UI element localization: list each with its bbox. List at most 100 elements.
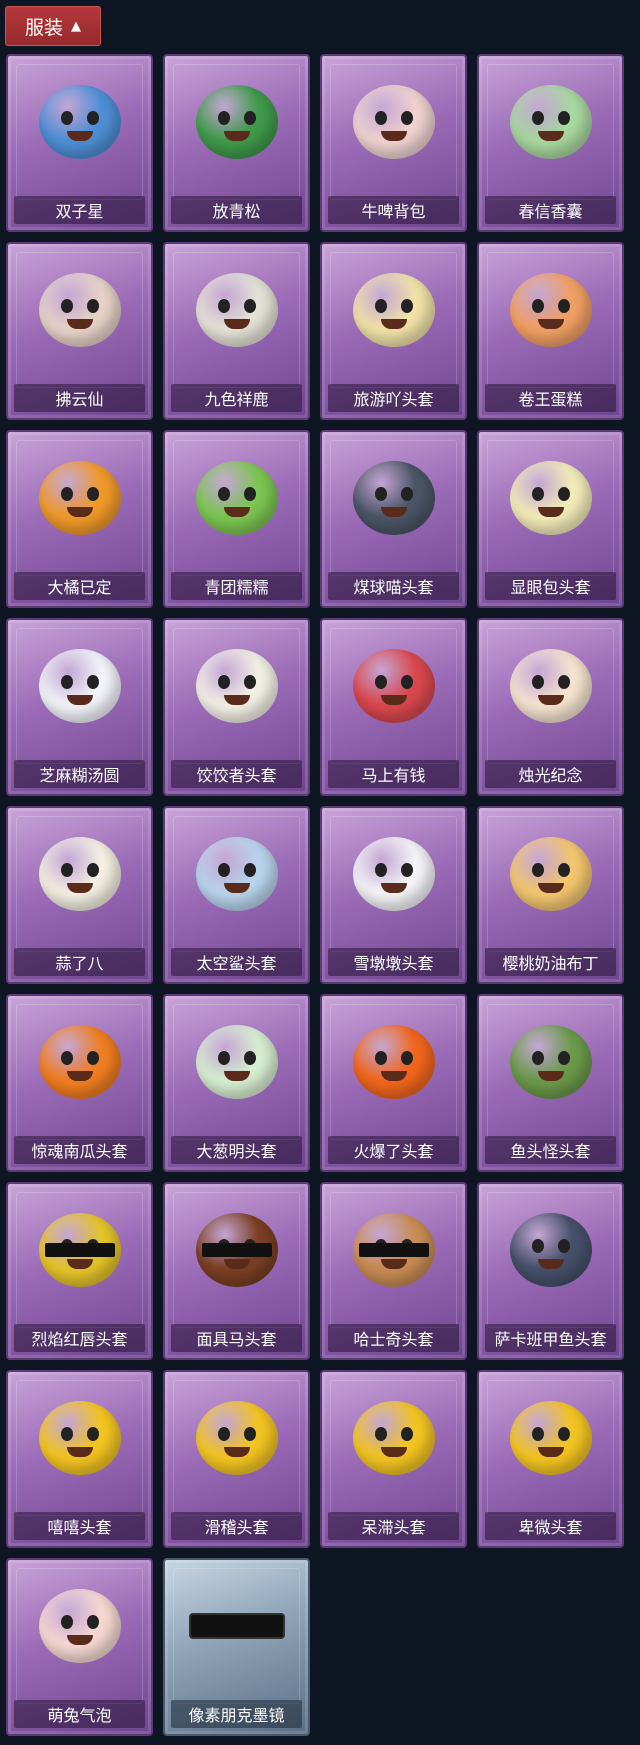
- outfit-item-card[interactable]: 哈士奇头套: [320, 1182, 467, 1360]
- item-label: 显眼包头套: [485, 572, 616, 600]
- fish-head-icon: [503, 1014, 599, 1110]
- sachet-icon: [503, 74, 599, 170]
- smirk-emoji-icon: [189, 1390, 285, 1486]
- pine-tree-icon: [189, 74, 285, 170]
- deer-charm-icon: [189, 262, 285, 358]
- fish-head-blue-icon: [503, 1202, 599, 1298]
- grin-emoji-icon: [32, 1390, 128, 1486]
- item-label: 火爆了头套: [328, 1136, 459, 1164]
- stare-emoji-icon: [346, 1390, 442, 1486]
- husky-head-icon: [346, 1202, 442, 1298]
- rice-ball-icon: [32, 638, 128, 734]
- outfit-item-card[interactable]: 雪墩墩头套: [320, 806, 467, 984]
- outfit-item-card[interactable]: 烛光纪念: [477, 618, 624, 796]
- outfit-item-card[interactable]: 萌兔气泡: [6, 1558, 153, 1736]
- candle-icon: [503, 638, 599, 734]
- orange-slice-icon: [32, 450, 128, 546]
- yellow-mouse-head-icon: [32, 1202, 128, 1298]
- green-dumpling-icon: [189, 450, 285, 546]
- fairy-charm-icon: [32, 262, 128, 358]
- item-label: 春信香囊: [485, 196, 616, 224]
- item-label: 芝麻糊汤圆: [14, 760, 145, 788]
- item-label: 樱桃奶油布丁: [485, 948, 616, 976]
- outfit-item-card[interactable]: 饺饺者头套: [163, 618, 310, 796]
- dumpling-head-icon: [189, 638, 285, 734]
- snowman-head-icon: [346, 826, 442, 922]
- outfit-item-card[interactable]: 煤球喵头套: [320, 430, 467, 608]
- outfit-section-toggle[interactable]: 服装 ▲: [5, 6, 101, 46]
- item-label: 烈焰红唇头套: [14, 1324, 145, 1352]
- outfit-item-card[interactable]: 太空鲨头套: [163, 806, 310, 984]
- pumpkin-head-icon: [32, 1014, 128, 1110]
- outfit-item-card[interactable]: 嘻嘻头套: [6, 1370, 153, 1548]
- item-label: 大葱明头套: [171, 1136, 302, 1164]
- outfit-item-card[interactable]: 呆滞头套: [320, 1370, 467, 1548]
- chevron-up-icon: ▲: [71, 18, 81, 34]
- outfit-item-card[interactable]: 樱桃奶油布丁: [477, 806, 624, 984]
- item-label: 呆滞头套: [328, 1512, 459, 1540]
- shark-head-icon: [189, 826, 285, 922]
- section-title: 服装: [24, 16, 63, 39]
- item-label: 烛光纪念: [485, 760, 616, 788]
- outfit-item-card[interactable]: 卑微头套: [477, 1370, 624, 1548]
- outfit-item-card[interactable]: 显眼包头套: [477, 430, 624, 608]
- outfit-item-card[interactable]: 鱼头怪头套: [477, 994, 624, 1172]
- outfit-item-card[interactable]: 萨卡班甲鱼头套: [477, 1182, 624, 1360]
- planet-icon: [32, 74, 128, 170]
- outfit-item-card[interactable]: 火爆了头套: [320, 994, 467, 1172]
- outfit-item-card[interactable]: 大葱明头套: [163, 994, 310, 1172]
- outfit-item-card[interactable]: 芝麻糊汤圆: [6, 618, 153, 796]
- item-label: 面具马头套: [171, 1324, 302, 1352]
- outfit-item-card[interactable]: 春信香囊: [477, 54, 624, 232]
- outfit-item-card[interactable]: 双子星: [6, 54, 153, 232]
- item-label: 大橘已定: [14, 572, 145, 600]
- item-label: 鱼头怪头套: [485, 1136, 616, 1164]
- item-label: 卑微头套: [485, 1512, 616, 1540]
- outfit-item-card[interactable]: 大橘已定: [6, 430, 153, 608]
- item-label: 饺饺者头套: [171, 760, 302, 788]
- outfit-item-card[interactable]: 像素朋克墨镜: [163, 1558, 310, 1736]
- duck-hat-icon: [346, 262, 442, 358]
- item-label: 萨卡班甲鱼头套: [485, 1324, 616, 1352]
- outfit-item-card[interactable]: 惊魂南瓜头套: [6, 994, 153, 1172]
- outfit-item-card[interactable]: 青团糯糯: [163, 430, 310, 608]
- item-label: 像素朋克墨镜: [171, 1700, 302, 1728]
- outfit-item-card[interactable]: 蒜了八: [6, 806, 153, 984]
- item-label: 滑稽头套: [171, 1512, 302, 1540]
- item-label: 牛啤背包: [328, 196, 459, 224]
- outfit-item-card[interactable]: 面具马头套: [163, 1182, 310, 1360]
- outfit-item-card[interactable]: 九色祥鹿: [163, 242, 310, 420]
- pudding-icon: [503, 826, 599, 922]
- flame-head-icon: [346, 1014, 442, 1110]
- item-label: 九色祥鹿: [171, 384, 302, 412]
- item-label: 双子星: [14, 196, 145, 224]
- red-horse-icon: [346, 638, 442, 734]
- item-label: 拂云仙: [14, 384, 145, 412]
- outfit-item-card[interactable]: 放青松: [163, 54, 310, 232]
- item-label: 放青松: [171, 196, 302, 224]
- roll-cake-icon: [503, 262, 599, 358]
- garlic-icon: [32, 826, 128, 922]
- item-label: 煤球喵头套: [328, 572, 459, 600]
- bunny-bubble-icon: [32, 1578, 128, 1674]
- item-label: 雪墩墩头套: [328, 948, 459, 976]
- cat-head-icon: [346, 450, 442, 546]
- item-label: 马上有钱: [328, 760, 459, 788]
- item-label: 旅游吖头套: [328, 384, 459, 412]
- item-label: 太空鲨头套: [171, 948, 302, 976]
- item-label: 蒜了八: [14, 948, 145, 976]
- pixel-sunglasses-icon: [189, 1578, 285, 1674]
- item-label: 青团糯糯: [171, 572, 302, 600]
- item-label: 萌兔气泡: [14, 1700, 145, 1728]
- outfit-item-card[interactable]: 拂云仙: [6, 242, 153, 420]
- outfit-item-card[interactable]: 马上有钱: [320, 618, 467, 796]
- outfit-item-card[interactable]: 滑稽头套: [163, 1370, 310, 1548]
- item-label: 卷王蛋糕: [485, 384, 616, 412]
- outfit-item-card[interactable]: 旅游吖头套: [320, 242, 467, 420]
- item-label: 惊魂南瓜头套: [14, 1136, 145, 1164]
- outfit-item-card[interactable]: 烈焰红唇头套: [6, 1182, 153, 1360]
- cow-mug-icon: [346, 74, 442, 170]
- item-label: 嘻嘻头套: [14, 1512, 145, 1540]
- outfit-item-card[interactable]: 卷王蛋糕: [477, 242, 624, 420]
- outfit-item-card[interactable]: 牛啤背包: [320, 54, 467, 232]
